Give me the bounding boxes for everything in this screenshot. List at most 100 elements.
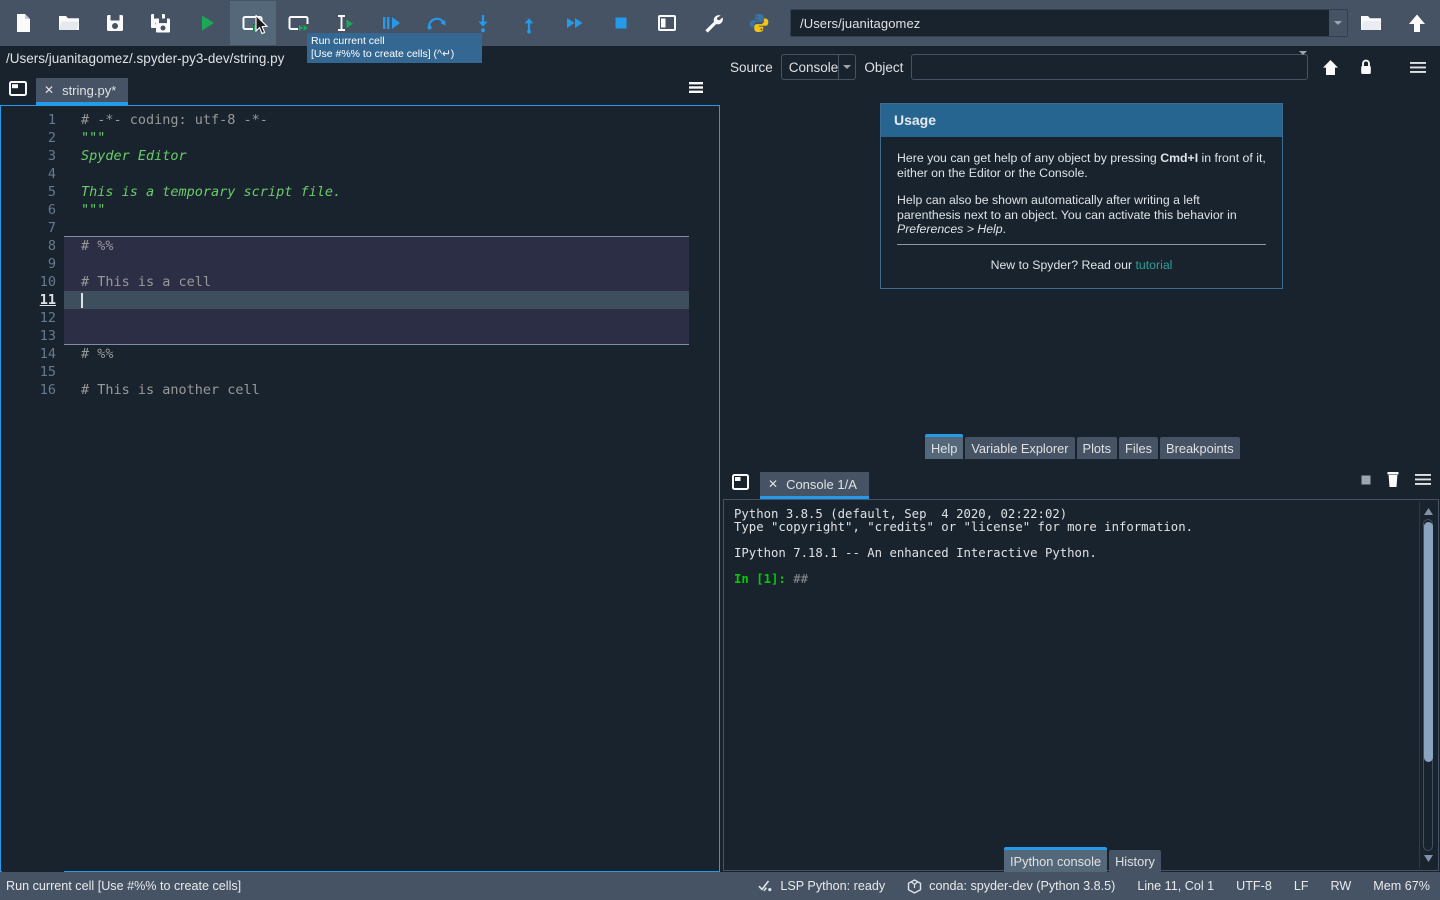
conda-icon [907, 879, 922, 894]
run-file-icon[interactable] [184, 1, 230, 45]
code-line[interactable]: # -*- coding: utf-8 -*- [64, 111, 689, 129]
help-usage-footer: New to Spyder? Read our tutorial [897, 258, 1266, 272]
maximize-pane-icon[interactable] [644, 1, 690, 45]
console-output-frame[interactable]: Python 3.8.5 (default, Sep 4 2020, 02:22… [723, 499, 1439, 871]
editor-pane: ✕ string.py* 12345678910111213141516 # -… [0, 71, 720, 872]
line-number: 6 [2, 201, 56, 219]
help-home-icon[interactable] [1316, 52, 1344, 82]
working-directory-dropdown[interactable] [1329, 10, 1347, 36]
code-line[interactable] [64, 327, 689, 345]
code-line[interactable]: # This is a cell [64, 273, 689, 291]
status-conda[interactable]: conda: spyder-dev (Python 3.8.5) [907, 879, 1115, 894]
console-tab-1a[interactable]: ✕ Console 1/A [760, 472, 869, 499]
python-path-icon[interactable] [736, 1, 782, 45]
help-options-hamburger-icon[interactable] [1404, 52, 1432, 82]
console-input-line[interactable]: In [1]: ## [734, 573, 1414, 586]
status-encoding[interactable]: UTF-8 [1236, 879, 1272, 893]
save-all-icon[interactable] [138, 1, 184, 45]
code-line[interactable]: # This is another cell [64, 381, 689, 399]
line-number: 1 [2, 111, 56, 129]
save-file-icon[interactable] [92, 1, 138, 45]
console-prompt: In [1]: [734, 572, 786, 586]
console-scrollbar[interactable] [1419, 502, 1436, 868]
code-line[interactable] [64, 255, 689, 273]
code-line[interactable] [64, 309, 689, 327]
help-object-input[interactable] [911, 54, 1308, 80]
code-line[interactable]: # %% [64, 345, 689, 363]
console-line: Type "copyright", "credits" or "license"… [734, 521, 1414, 534]
code-line[interactable]: This is a temporary script file. [64, 183, 689, 201]
line-number: 4 [2, 165, 56, 183]
tab-breakpoints[interactable]: Breakpoints [1160, 437, 1240, 459]
code-token: # This is another cell [81, 382, 260, 398]
code-line[interactable]: """ [64, 129, 689, 147]
browse-tabs-icon[interactable] [0, 71, 36, 105]
line-number: 10 [2, 273, 56, 291]
status-permissions[interactable]: RW [1331, 879, 1352, 893]
stop-debug-icon[interactable] [598, 1, 644, 45]
text-cursor [81, 293, 83, 308]
help-usage-divider [897, 244, 1266, 245]
tab-variable-explorer[interactable]: Variable Explorer [965, 437, 1074, 459]
browse-tabs-icon[interactable] [722, 464, 760, 499]
help-source-select[interactable]: Console [781, 54, 857, 80]
tab-files[interactable]: Files [1119, 437, 1158, 459]
open-file-icon[interactable] [46, 1, 92, 45]
help-tutorial-link[interactable]: tutorial [1136, 258, 1173, 272]
help-usage-title: Usage [881, 104, 1282, 137]
working-directory-field[interactable]: /Users/juanitagomez [790, 9, 1348, 37]
code-line[interactable]: """ [64, 201, 689, 219]
editor-tab-label: string.py* [62, 83, 116, 98]
close-icon[interactable]: ✕ [44, 84, 54, 96]
console-remove-trash-icon[interactable] [1386, 471, 1400, 488]
tab-ipython-console[interactable]: IPython console [1004, 847, 1107, 872]
console-options-hamburger-icon[interactable] [1414, 472, 1432, 487]
code-token: Spyder Editor [81, 148, 187, 164]
editor-tab-string-py[interactable]: ✕ string.py* [36, 78, 128, 105]
help-p2-a: Help can also be shown automatically aft… [897, 193, 1237, 222]
editor-code-area[interactable]: # -*- coding: utf-8 -*-"""Spyder EditorT… [64, 107, 718, 870]
status-cursor-position[interactable]: Line 11, Col 1 [1137, 879, 1214, 893]
close-icon[interactable]: ✕ [768, 477, 778, 491]
step-return-icon[interactable] [506, 1, 552, 45]
editor-options-hamburger-icon[interactable] [688, 80, 704, 95]
status-eol[interactable]: LF [1294, 879, 1309, 893]
code-line[interactable] [64, 165, 689, 183]
chevron-down-icon[interactable] [838, 55, 855, 79]
code-line[interactable] [64, 363, 689, 381]
lsp-icon [758, 879, 773, 893]
cell-boundary [64, 344, 689, 345]
status-bar-right: LSP Python: ready conda: spyder-dev (Pyt… [758, 879, 1440, 894]
code-line[interactable] [64, 219, 689, 237]
browse-directory-icon[interactable] [1348, 1, 1394, 45]
help-object-label: Object [864, 60, 903, 75]
scroll-up-arrow-icon[interactable] [1423, 506, 1434, 517]
code-token: # This is a cell [81, 274, 211, 290]
scroll-down-arrow-icon[interactable] [1423, 853, 1434, 864]
editor-frame[interactable]: 12345678910111213141516 # -*- coding: ut… [0, 105, 720, 872]
line-number: 11 [2, 291, 56, 309]
help-usage-card: Usage Here you can get help of any objec… [880, 103, 1283, 289]
help-pane: Source Console Object Usage [722, 46, 1440, 462]
tab-help[interactable]: Help [925, 434, 963, 459]
tab-history[interactable]: History [1109, 850, 1161, 872]
code-line[interactable]: Spyder Editor [64, 147, 689, 165]
help-lock-icon[interactable] [1352, 52, 1380, 82]
preferences-icon[interactable] [690, 1, 736, 45]
console-scrollbar-thumb[interactable] [1424, 522, 1433, 762]
status-lsp[interactable]: LSP Python: ready [758, 879, 885, 893]
code-line[interactable] [64, 291, 689, 309]
parent-directory-icon[interactable] [1394, 1, 1440, 45]
console-stop-icon[interactable] [1360, 474, 1372, 486]
code-token: """ [81, 130, 105, 146]
status-memory[interactable]: Mem 67% [1373, 879, 1430, 893]
new-file-icon[interactable] [0, 1, 46, 45]
run-current-cell-icon[interactable] [230, 1, 276, 45]
tab-label: Breakpoints [1166, 441, 1234, 456]
tab-label: Help [931, 441, 957, 456]
continue-icon[interactable] [552, 1, 598, 45]
tab-plots[interactable]: Plots [1077, 437, 1117, 459]
tab-label: History [1115, 854, 1155, 869]
chevron-down-icon[interactable] [1299, 55, 1307, 79]
code-line[interactable]: # %% [64, 237, 689, 255]
